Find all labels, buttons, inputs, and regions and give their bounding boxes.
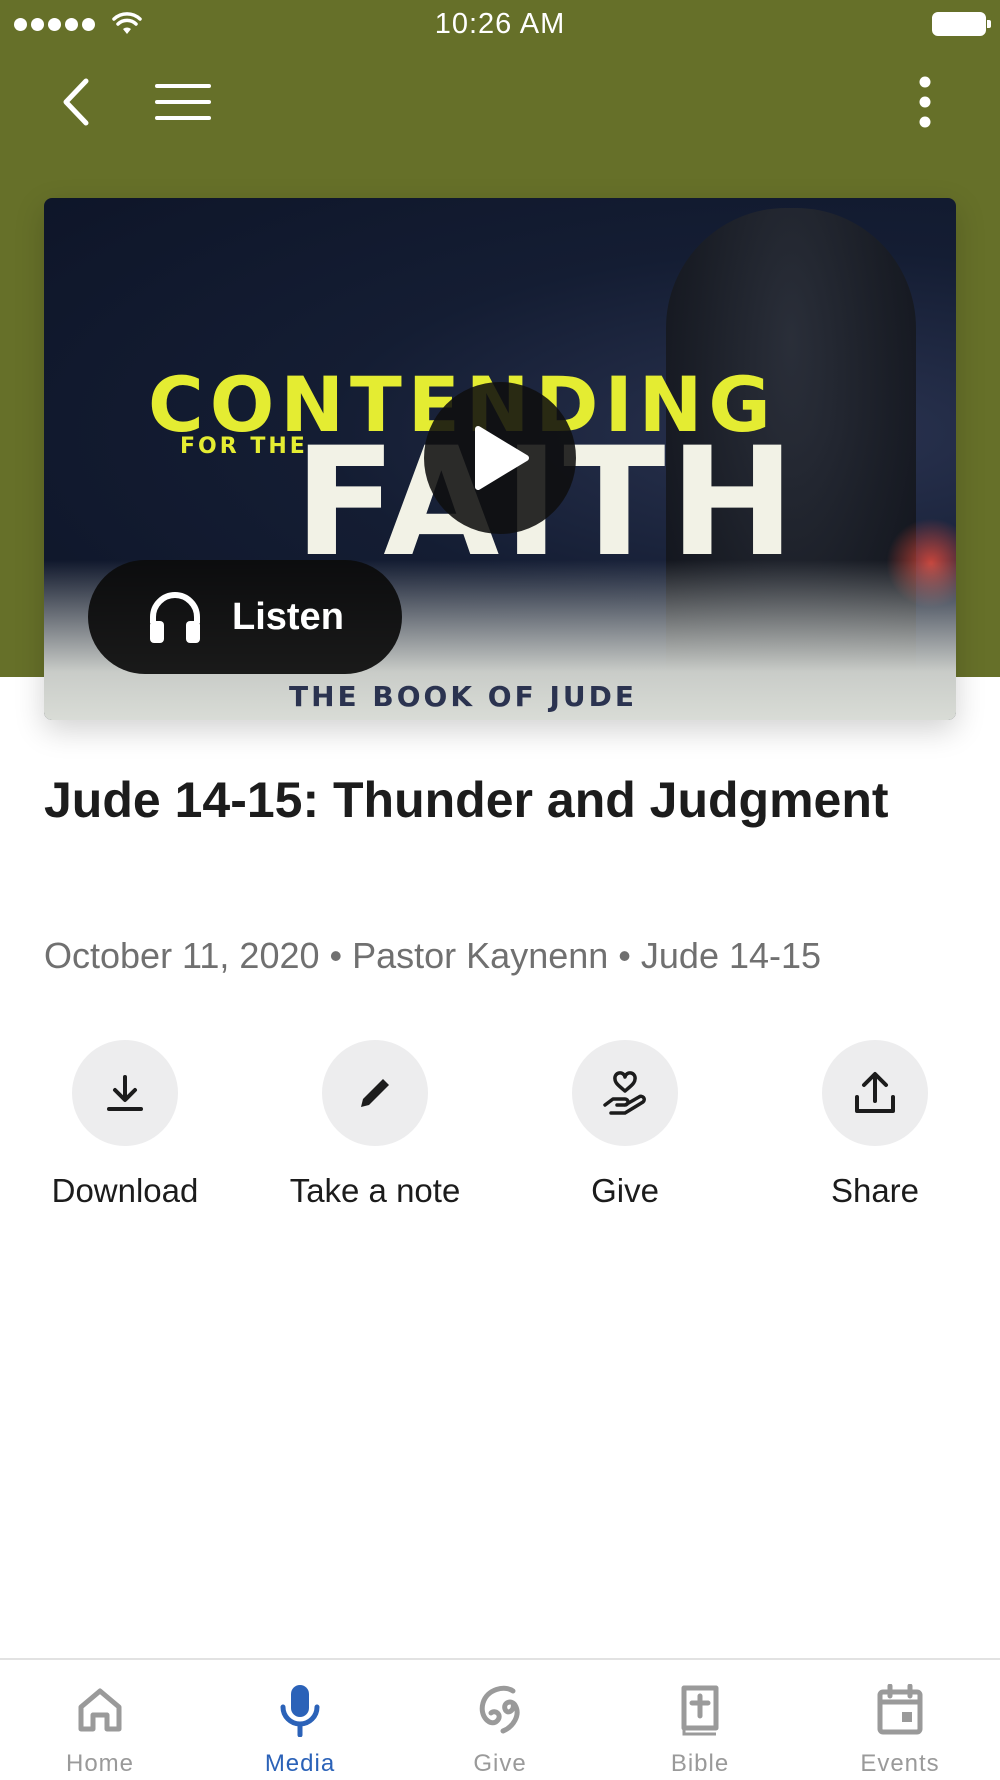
tab-events-label: Events — [860, 1750, 940, 1777]
battery-icon — [932, 12, 991, 36]
home-icon — [78, 1688, 122, 1732]
take-note-button[interactable] — [322, 1040, 428, 1146]
give-button[interactable] — [572, 1040, 678, 1146]
hamburger-icon — [155, 84, 211, 120]
tab-give[interactable]: Give — [400, 1660, 600, 1780]
give-swirl-icon — [479, 1685, 520, 1734]
back-button[interactable] — [50, 72, 100, 132]
pencil-icon — [361, 1079, 389, 1107]
calendar-icon — [877, 1684, 923, 1735]
tab-give-label: Give — [473, 1750, 527, 1777]
chevron-left-icon — [63, 78, 89, 126]
download-label: Download — [51, 1172, 199, 1209]
bottom-tab-bar: Home Media Give Bible Events — [0, 1658, 1000, 1780]
status-time: 10:26 AM — [434, 8, 566, 40]
share-button[interactable] — [822, 1040, 928, 1146]
share-action[interactable]: Share — [750, 1040, 1000, 1210]
bible-icon — [681, 1685, 719, 1736]
download-action[interactable]: Download — [0, 1040, 250, 1210]
sermon-meta: October 11, 2020 • Pastor Kaynenn • Jude… — [44, 935, 822, 976]
tab-events[interactable]: Events — [800, 1660, 1000, 1780]
tab-media-label: Media — [264, 1750, 336, 1777]
play-button[interactable] — [424, 382, 576, 534]
artwork-subtitle: THE BOOK OF JUDE — [289, 680, 638, 713]
play-icon — [475, 426, 529, 490]
tab-home-label: Home — [65, 1750, 135, 1777]
download-button[interactable] — [72, 1040, 178, 1146]
download-icon — [107, 1075, 143, 1111]
menu-button[interactable] — [150, 75, 216, 129]
microphone-icon — [280, 1685, 320, 1737]
take-note-action[interactable]: Take a note — [250, 1040, 500, 1210]
tab-bible[interactable]: Bible — [600, 1660, 800, 1780]
action-row: Download Take a note Give Share — [0, 1040, 1000, 1220]
give-label: Give — [591, 1172, 659, 1209]
share-label: Share — [830, 1172, 920, 1209]
kebab-vertical-icon — [919, 76, 931, 128]
share-upload-icon — [855, 1072, 895, 1113]
give-action[interactable]: Give — [500, 1040, 750, 1210]
status-bar: 10:26 AM — [0, 0, 1000, 50]
listen-button[interactable]: Listen — [88, 560, 402, 674]
sermon-artwork: CONTENDING FOR THE FAITH THE BOOK OF JUD… — [44, 198, 956, 720]
hand-heart-icon — [603, 1071, 646, 1115]
listen-label: Listen — [232, 595, 344, 638]
tab-home[interactable]: Home — [0, 1660, 200, 1780]
headphones-icon — [150, 592, 200, 643]
tab-media[interactable]: Media — [200, 1660, 400, 1780]
sermon-title: Jude 14-15: Thunder and Judgment — [44, 772, 889, 828]
more-options-button[interactable] — [900, 72, 950, 132]
take-note-label: Take a note — [289, 1172, 461, 1209]
artwork-title-line2: FOR THE — [180, 434, 308, 459]
tab-bible-label: Bible — [670, 1750, 730, 1777]
